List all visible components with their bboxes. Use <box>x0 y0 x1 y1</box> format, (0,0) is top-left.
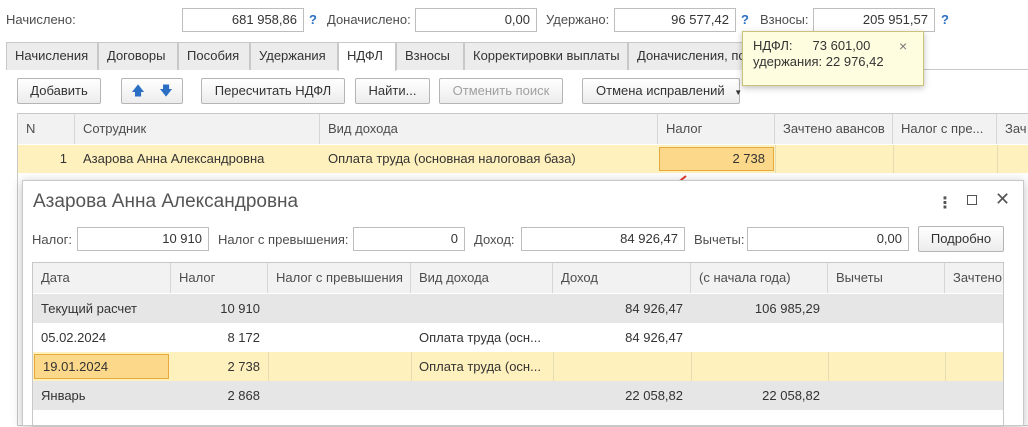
contributions-field[interactable]: 205 951,57 <box>813 8 935 32</box>
tooltip-close-icon[interactable]: × <box>899 38 907 54</box>
col-sub-excess[interactable]: Налог с превышения <box>268 263 411 293</box>
deductions-label: Вычеты: <box>694 232 745 247</box>
tab-deductions[interactable]: Удержания <box>250 42 338 70</box>
row-tax-cell[interactable]: 2 738 <box>659 147 774 171</box>
row-tax: 2 868 <box>227 388 260 403</box>
details-button[interactable]: Подробно <box>918 226 1004 252</box>
table-row[interactable]: 05.02.2024 8 172 Оплата труда (осн... 84… <box>33 323 1003 352</box>
income-label: Доход: <box>474 232 515 247</box>
excess-tax-label: Налог с превышения: <box>218 232 349 247</box>
col-credited[interactable]: Зач <box>997 114 1028 144</box>
col-n[interactable]: N <box>18 114 75 144</box>
row-employee: Азарова Анна Александровна <box>83 151 265 166</box>
tax-label: Налог: <box>32 232 72 247</box>
col-sub-ytd[interactable]: (с начала года) <box>691 263 828 293</box>
accrued-field[interactable]: 681 958,86 <box>182 8 304 32</box>
row-date: 05.02.2024 <box>41 330 107 345</box>
row-income: 22 058,82 <box>625 388 683 403</box>
close-icon[interactable]: ✕ <box>995 189 1010 210</box>
row-income-type: Оплата труда (осн... <box>419 359 541 374</box>
add-button[interactable]: Добавить <box>17 78 101 104</box>
tooltip-ndfl-label: НДФЛ: <box>753 38 793 53</box>
tab-additional-accruals[interactable]: Доначисления, по <box>628 42 758 70</box>
maximize-icon[interactable] <box>967 195 977 205</box>
table-row[interactable]: 19.01.2024 2 738 Оплата труда (осн... <box>33 352 1003 381</box>
row-tax: 10 910 <box>220 301 260 316</box>
col-income-type[interactable]: Вид дохода <box>320 114 658 144</box>
move-up-icon[interactable]: 🡅 <box>124 79 152 103</box>
table-row[interactable]: Январь 2 868 22 058,82 22 058,82 <box>33 381 1003 410</box>
move-buttons: 🡅 🡇 <box>121 78 183 104</box>
tab-contributions[interactable]: Взносы <box>396 42 464 70</box>
excess-tax-field[interactable]: 0 <box>353 227 465 251</box>
table-row[interactable]: Текущий расчет 10 910 84 926,47 106 985,… <box>33 294 1003 323</box>
recalculate-ndfl-button[interactable]: Пересчитать НДФЛ <box>201 78 345 104</box>
withheld-help-icon[interactable]: ? <box>741 12 749 27</box>
cancel-corrections-button[interactable]: Отмена исправлений ▼ <box>582 78 743 104</box>
col-sub-tax[interactable]: Налог <box>171 263 268 293</box>
row-ytd: 106 985,29 <box>754 301 820 316</box>
tab-accruals[interactable]: Начисления <box>6 42 98 70</box>
additional-label: Доначислено: <box>327 12 411 27</box>
row-income: 84 926,47 <box>625 330 683 345</box>
row-n: 1 <box>59 151 67 166</box>
accrued-help-icon[interactable]: ? <box>309 12 317 27</box>
tab-contracts[interactable]: Договоры <box>98 42 178 70</box>
col-sub-deductions[interactable]: Вычеты <box>828 263 945 293</box>
deductions-field[interactable]: 0,00 <box>747 227 909 251</box>
move-down-icon[interactable]: 🡇 <box>152 79 180 103</box>
window-title: Азарова Анна Александровна <box>33 191 299 212</box>
table-row[interactable]: 1 Азарова Анна Александровна Оплата труд… <box>18 145 1028 173</box>
tab-benefits[interactable]: Пособия <box>178 42 250 70</box>
employee-tax-window: Азарова Анна Александровна ⋮ ✕ Налог: 10… <box>22 180 1024 427</box>
tooltip-withheld-value: 22 976,42 <box>825 54 884 69</box>
tab-payment-corrections[interactable]: Корректировки выплаты <box>464 42 628 70</box>
row-date-selected[interactable]: 19.01.2024 <box>34 354 169 379</box>
withheld-label: Удержано: <box>546 12 610 27</box>
withheld-field[interactable]: 96 577,42 <box>614 8 736 32</box>
tab-ndfl[interactable]: НДФЛ <box>338 42 396 71</box>
col-credited-advances[interactable]: Зачтено авансов <box>775 114 893 144</box>
find-button[interactable]: Найти... <box>355 78 430 104</box>
income-field[interactable]: 84 926,47 <box>521 227 685 251</box>
more-icon[interactable]: ⋮ <box>937 193 953 213</box>
dropdown-arrow-icon: ▼ <box>734 88 743 97</box>
row-income-type: Оплата труда (осн... <box>419 330 541 345</box>
tooltip-ndfl-value: 73 601,00 <box>812 38 871 53</box>
tax-field[interactable]: 10 910 <box>77 227 209 251</box>
col-sub-income-type[interactable]: Вид дохода <box>411 263 553 293</box>
col-date[interactable]: Дата <box>33 263 171 293</box>
row-tax: 8 172 <box>227 330 260 345</box>
additional-field[interactable]: 0,00 <box>415 8 537 32</box>
row-date: Текущий расчет <box>41 301 137 316</box>
row-income-type: Оплата труда (основная налоговая база) <box>328 151 576 166</box>
col-tax[interactable]: Налог <box>658 114 775 144</box>
row-income: 84 926,47 <box>625 301 683 316</box>
col-sub-income[interactable]: Доход <box>553 263 691 293</box>
contributions-help-icon[interactable]: ? <box>941 12 949 27</box>
ndfl-tooltip: НДФЛ: 73 601,00 удержания: 22 976,42 × <box>742 31 924 86</box>
col-employee[interactable]: Сотрудник <box>75 114 320 144</box>
accrued-label: Начислено: <box>6 12 76 27</box>
cancel-search-button[interactable]: Отменить поиск <box>439 78 563 104</box>
row-tax: 2 738 <box>227 359 260 374</box>
row-date: Январь <box>41 388 86 403</box>
cancel-corrections-label: Отмена исправлений <box>596 83 725 98</box>
tax-details-table: Дата Налог Налог с превышения Вид дохода… <box>32 262 1004 427</box>
contributions-label: Взносы: <box>760 12 809 27</box>
row-ytd: 22 058,82 <box>762 388 820 403</box>
tooltip-withheld-label: удержания: <box>753 54 823 69</box>
col-sub-credited[interactable]: Зачтено <box>945 263 1003 293</box>
col-excess-tax[interactable]: Налог с пре... <box>893 114 997 144</box>
